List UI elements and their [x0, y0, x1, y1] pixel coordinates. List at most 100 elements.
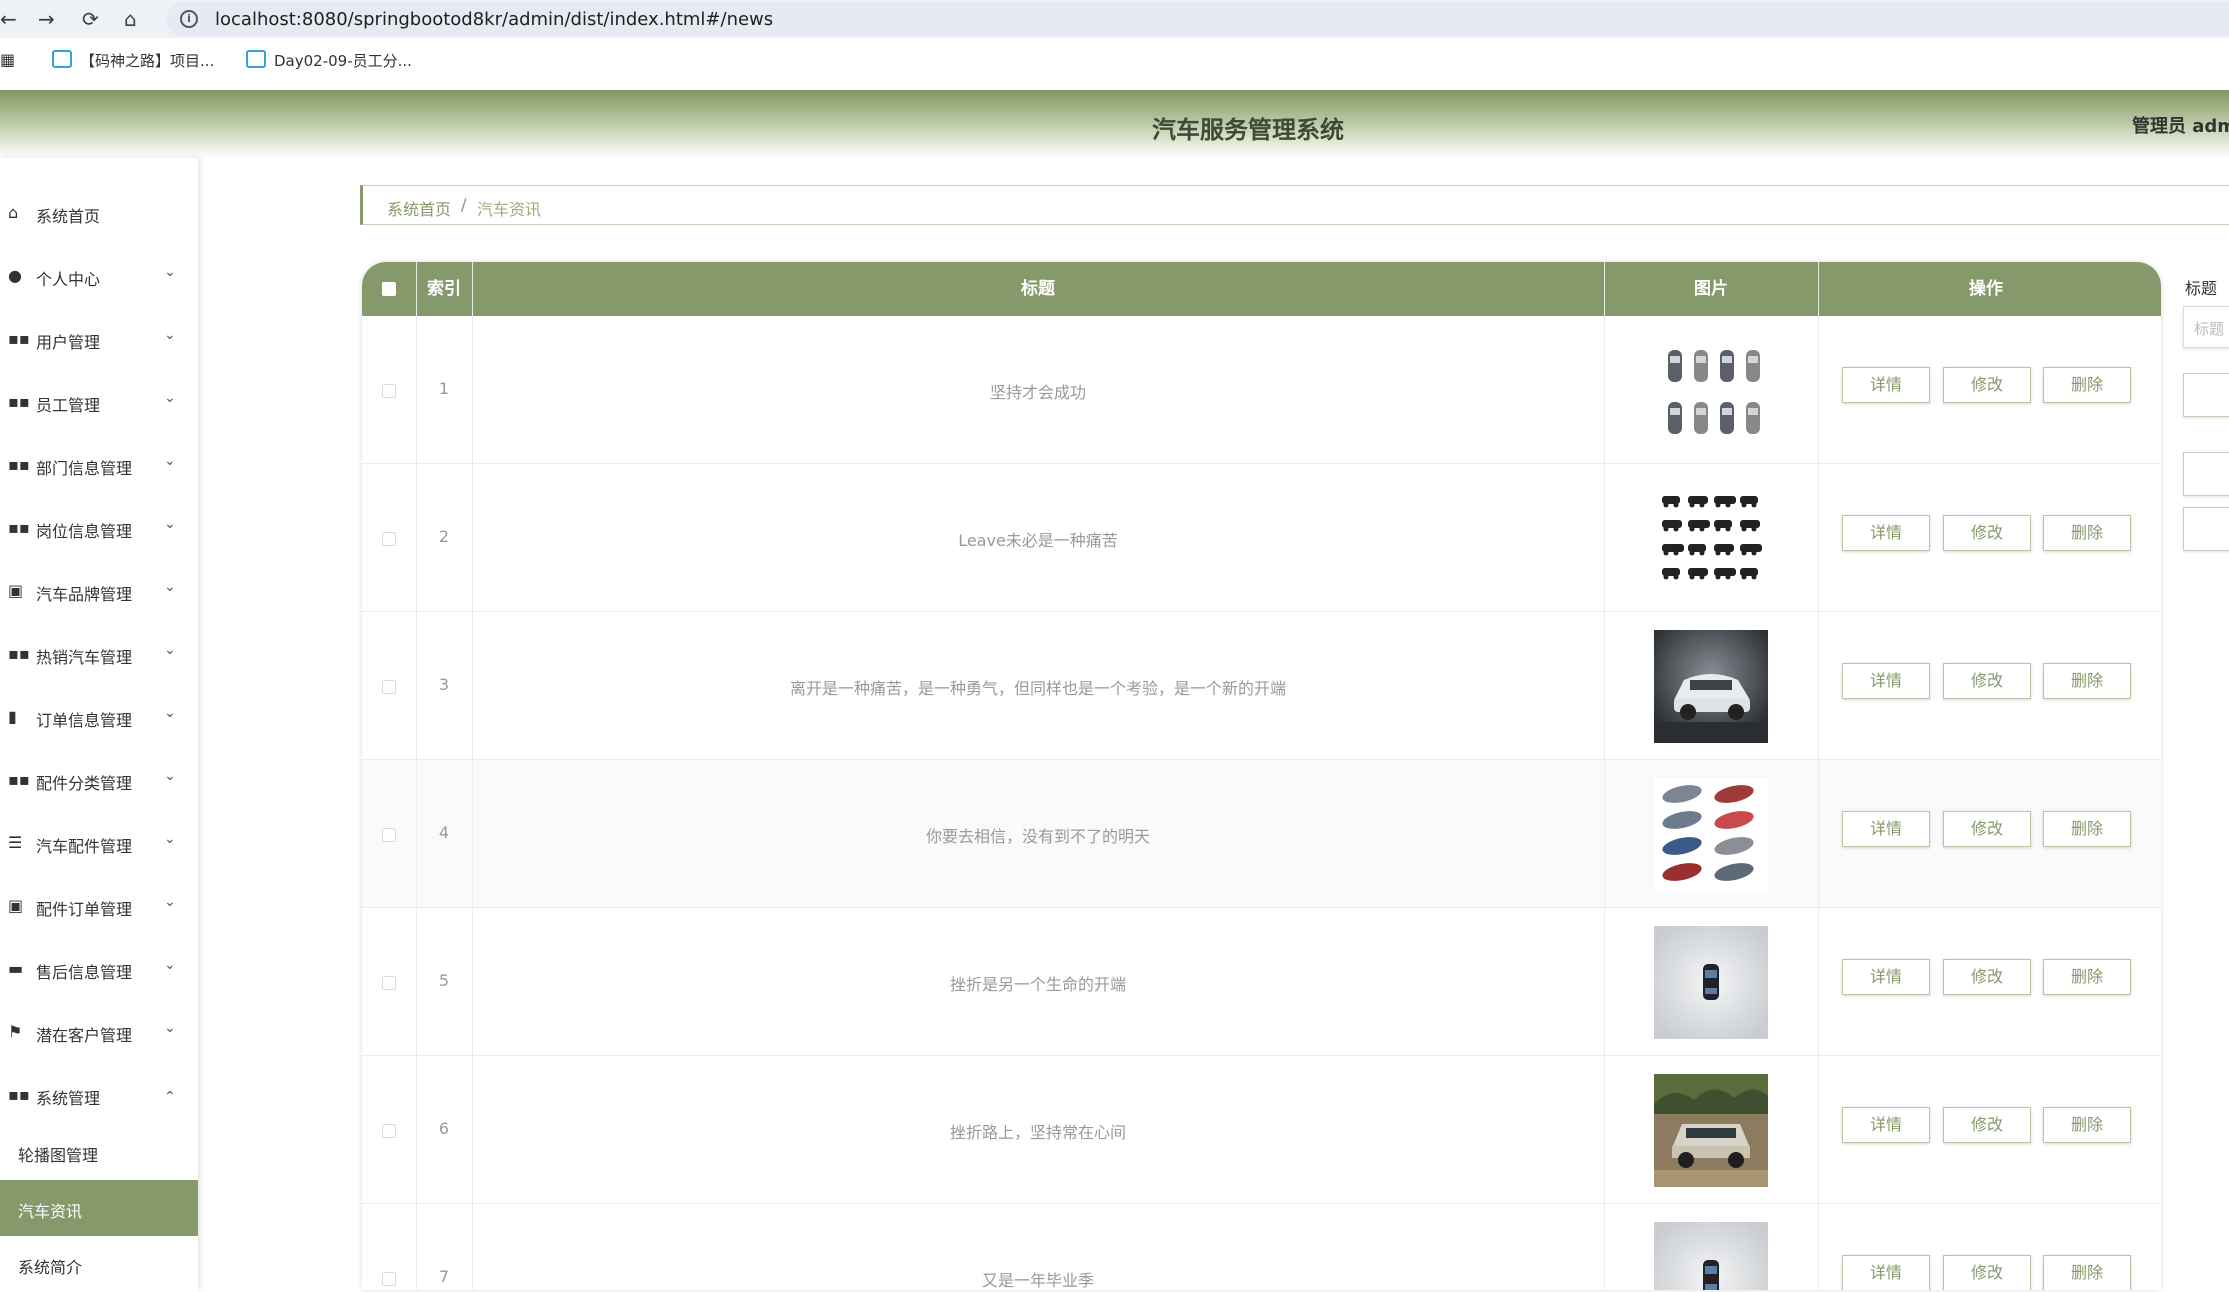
sidebar-item-hot-cars[interactable]: ▪▪ 热销汽车管理 ⌄: [0, 634, 198, 674]
table-row: 4 你要去相信，没有到不了的明天 详情 修改 删除: [362, 760, 2161, 908]
user-name[interactable]: 管理员 adm: [2132, 112, 2229, 138]
browser-toolbar: ← → ⟳ ⌂ i localhost:8080/springbootod8kr…: [0, 0, 2229, 38]
chevron-down-icon: ⌄: [164, 579, 176, 595]
edit-button[interactable]: 修改: [1943, 1255, 2031, 1290]
sidebar-item-personal-center[interactable]: ● 个人中心 ⌄: [0, 256, 198, 296]
table-row: 1 坚持才会成功 详情 修改 删除: [362, 316, 2161, 464]
delete-button[interactable]: 删除: [2043, 1255, 2131, 1290]
view-button[interactable]: 详情: [1842, 1107, 1930, 1143]
batch-delete-button[interactable]: [2183, 507, 2229, 551]
sidebar-subitem-label: 系统简介: [18, 1258, 83, 1277]
search-title-label: 标题: [2185, 279, 2218, 298]
search-button[interactable]: [2183, 373, 2229, 417]
sidebar-item-part-orders[interactable]: ▣ 配件订单管理 ⌄: [0, 886, 198, 926]
bookmark-item[interactable]: 【码神之路】项目...: [52, 50, 214, 71]
row-checkbox[interactable]: [382, 1124, 396, 1138]
view-button[interactable]: 详情: [1842, 1255, 1930, 1290]
chevron-down-icon: ⌄: [164, 642, 176, 658]
row-title: Leave未必是一种痛苦: [958, 531, 1118, 550]
sidebar-subitem-system-intro[interactable]: 系统简介: [0, 1236, 198, 1292]
view-button[interactable]: 详情: [1842, 515, 1930, 551]
sidebar-subitem-car-news[interactable]: 汽车资讯: [0, 1180, 198, 1236]
sidebar-item-car-parts[interactable]: ☰ 汽车配件管理 ⌄: [0, 823, 198, 863]
column-header-title: 标题: [1021, 279, 1055, 299]
home-icon[interactable]: ⌂: [124, 7, 137, 31]
row-thumbnail[interactable]: [1654, 1222, 1768, 1290]
url-text: localhost:8080/springbootod8kr/admin/dis…: [215, 9, 774, 30]
sidebar-item-car-brand[interactable]: ▣ 汽车品牌管理 ⌄: [0, 571, 198, 611]
edit-button[interactable]: 修改: [1943, 367, 2031, 403]
edit-button[interactable]: 修改: [1943, 1107, 2031, 1143]
row-title: 又是一年毕业季: [981, 1271, 1094, 1290]
edit-button[interactable]: 修改: [1943, 959, 2031, 995]
view-button[interactable]: 详情: [1842, 959, 1930, 995]
back-arrow-icon[interactable]: ←: [0, 7, 17, 31]
breadcrumb-home[interactable]: 系统首页: [387, 196, 451, 220]
sidebar-item-user-management[interactable]: ▪▪ 用户管理 ⌄: [0, 319, 198, 359]
row-thumbnail[interactable]: [1654, 630, 1768, 743]
sidebar-item-after-sales[interactable]: ▬ 售后信息管理 ⌄: [0, 949, 198, 989]
sidebar-subitem-carousel[interactable]: 轮播图管理: [0, 1124, 198, 1180]
sidebar-item-part-category[interactable]: ▪▪ 配件分类管理 ⌄: [0, 760, 198, 800]
sidebar-item-label: 系统首页: [36, 207, 101, 226]
delete-button[interactable]: 删除: [2043, 811, 2131, 847]
chevron-down-icon: ⌄: [164, 327, 176, 343]
reload-icon[interactable]: ⟳: [82, 7, 99, 31]
bilibili-icon: [246, 50, 266, 68]
add-button[interactable]: [2183, 452, 2229, 496]
row-thumbnail[interactable]: [1654, 1074, 1768, 1187]
breadcrumb-separator: /: [461, 195, 467, 214]
column-header-image: 图片: [1694, 279, 1728, 299]
sidebar-item-home[interactable]: ⌂ 系统首页: [0, 193, 198, 233]
delete-button[interactable]: 删除: [2043, 663, 2131, 699]
table-header: 索引 标题 图片 操作: [362, 262, 2161, 316]
edit-button[interactable]: 修改: [1943, 663, 2031, 699]
row-checkbox[interactable]: [382, 532, 396, 546]
row-thumbnail[interactable]: [1654, 778, 1768, 891]
delete-button[interactable]: 删除: [2043, 1107, 2131, 1143]
grid-icon: ▪▪: [8, 392, 30, 411]
sidebar-item-label: 部门信息管理: [36, 459, 133, 478]
sidebar-item-department[interactable]: ▪▪ 部门信息管理 ⌄: [0, 445, 198, 485]
sidebar-item-orders[interactable]: ▮ 订单信息管理 ⌄: [0, 697, 198, 737]
address-bar[interactable]: i localhost:8080/springbootod8kr/admin/d…: [166, 2, 2229, 36]
sidebar-item-staff-management[interactable]: ▪▪ 员工管理 ⌄: [0, 382, 198, 422]
chevron-down-icon: ⌄: [164, 705, 176, 721]
table-row: 3 离开是一种痛苦，是一种勇气，但同样也是一个考验，是一个新的开端 详情 修改 …: [362, 612, 2161, 760]
site-info-icon[interactable]: i: [180, 10, 198, 28]
row-index: 1: [438, 379, 450, 398]
delete-button[interactable]: 删除: [2043, 959, 2131, 995]
row-thumbnail[interactable]: [1654, 482, 1768, 595]
forward-arrow-icon[interactable]: →: [38, 7, 55, 31]
row-thumbnail[interactable]: [1654, 926, 1768, 1039]
row-title: 挫折是另一个生命的开端: [949, 975, 1126, 994]
row-checkbox[interactable]: [382, 1272, 396, 1286]
breadcrumb-current: 汽车资讯: [477, 200, 542, 219]
sidebar-item-potential-customers[interactable]: ⚑ 潜在客户管理 ⌄: [0, 1012, 198, 1052]
select-all-checkbox[interactable]: [382, 282, 396, 296]
sidebar-item-label: 用户管理: [36, 333, 101, 352]
delete-button[interactable]: 删除: [2043, 515, 2131, 551]
view-button[interactable]: 详情: [1842, 367, 1930, 403]
sidebar-item-system[interactable]: ▪▪ 系统管理 ⌃: [0, 1075, 198, 1115]
table-row: 6 挫折路上，坚持常在心间 详情 修改 删除: [362, 1056, 2161, 1204]
row-checkbox[interactable]: [382, 828, 396, 842]
apps-grid-icon[interactable]: ▦: [0, 50, 15, 69]
bookmark-item[interactable]: Day02-09-员工分...: [246, 50, 412, 71]
row-thumbnail[interactable]: [1654, 334, 1768, 447]
grid-icon: ▪▪: [8, 1085, 30, 1104]
search-title-input[interactable]: 标题: [2183, 306, 2229, 348]
view-button[interactable]: 详情: [1842, 663, 1930, 699]
chevron-down-icon: ⌄: [164, 453, 176, 469]
app-title: 汽车服务管理系统: [1152, 116, 1344, 144]
row-checkbox[interactable]: [382, 680, 396, 694]
sidebar-item-position[interactable]: ▪▪ 岗位信息管理 ⌄: [0, 508, 198, 548]
row-checkbox[interactable]: [382, 976, 396, 990]
edit-button[interactable]: 修改: [1943, 515, 2031, 551]
view-button[interactable]: 详情: [1842, 811, 1930, 847]
grid-icon: ▪▪: [8, 329, 30, 348]
delete-button[interactable]: 删除: [2043, 367, 2131, 403]
edit-button[interactable]: 修改: [1943, 811, 2031, 847]
row-checkbox[interactable]: [382, 384, 396, 398]
column-header-actions: 操作: [1969, 279, 2003, 299]
